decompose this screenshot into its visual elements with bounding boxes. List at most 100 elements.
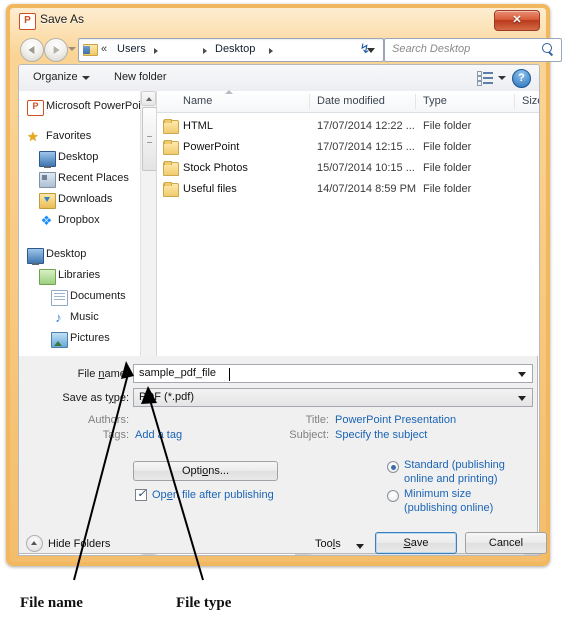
new-folder-button[interactable]: New folder bbox=[114, 71, 167, 83]
table-row[interactable]: Useful files 14/07/2014 8:59 PM File folde… bbox=[157, 180, 539, 199]
save-options-area: File name: sample_pdf_file Save as type:… bbox=[18, 356, 538, 554]
table-row[interactable]: PowerPoint 17/07/2014 12:15 ... File folde… bbox=[157, 138, 539, 157]
chevron-down-icon[interactable] bbox=[518, 372, 526, 377]
address-bar[interactable]: « Users Desktop bbox=[78, 38, 384, 62]
type-cell: File folder bbox=[423, 183, 472, 195]
nav-item-documents[interactable]: Documents bbox=[19, 287, 140, 308]
column-header-size[interactable]: Size bbox=[522, 95, 539, 107]
scrollbar-thumb[interactable] bbox=[142, 107, 156, 171]
open-after-publishing-label[interactable]: Open file after publishing bbox=[152, 489, 274, 501]
nav-item-label: Music bbox=[70, 311, 99, 323]
options-label: Options... bbox=[181, 465, 230, 477]
table-row[interactable]: Stock Photos 15/07/2014 10:15 ... File fol… bbox=[157, 159, 539, 178]
subject-value[interactable]: Specify the subject bbox=[335, 429, 427, 441]
type-cell: File folder bbox=[423, 141, 472, 153]
nav-item-pictures[interactable]: Pictures bbox=[19, 329, 140, 350]
save-as-type-label: Save as type: bbox=[62, 392, 129, 404]
nav-item-label: Documents bbox=[70, 290, 126, 302]
options-button[interactable]: Options... bbox=[133, 461, 278, 481]
view-options-icon[interactable] bbox=[477, 71, 493, 86]
monitor-icon bbox=[27, 248, 44, 265]
open-after-publishing-checkbox[interactable] bbox=[135, 487, 147, 501]
tools-button[interactable]: Tools bbox=[315, 538, 341, 550]
recent-icon bbox=[39, 172, 56, 188]
subject-label: Subject: bbox=[289, 429, 329, 441]
nav-item-label: Libraries bbox=[58, 269, 101, 281]
save-as-type-select[interactable]: PDF (*.pdf) bbox=[133, 388, 533, 407]
save-as-dialog: P Save As ✕ « Users Desktop ↯ Search Des… bbox=[6, 4, 562, 566]
optimize-standard-label-line2[interactable]: online and printing) bbox=[404, 473, 498, 485]
cancel-button[interactable]: Cancel bbox=[465, 532, 547, 554]
save-label: Save bbox=[403, 537, 429, 549]
nav-item-label: Microsoft PowerPoint bbox=[46, 100, 150, 112]
title-value[interactable]: PowerPoint Presentation bbox=[335, 414, 456, 426]
optimize-standard-label-line1[interactable]: Standard (publishing bbox=[404, 459, 505, 471]
libraries-icon bbox=[39, 269, 56, 285]
powerpoint-icon: P bbox=[27, 100, 44, 116]
nav-item-label: Downloads bbox=[58, 193, 113, 205]
folder-icon bbox=[163, 182, 179, 197]
search-input[interactable]: Search Desktop bbox=[384, 38, 562, 62]
organize-button[interactable]: Organize bbox=[33, 71, 90, 83]
nav-item-microsoft-powerpoint[interactable]: P Microsoft PowerPoint bbox=[19, 97, 150, 118]
back-arrow-icon bbox=[28, 46, 35, 54]
column-header-date-modified[interactable]: Date modified bbox=[317, 95, 385, 107]
powerpoint-icon: P bbox=[19, 13, 36, 30]
hide-folders-button[interactable]: Hide Folders bbox=[48, 538, 110, 550]
close-button[interactable]: ✕ bbox=[494, 10, 540, 31]
table-row[interactable]: HTML 17/07/2014 12:22 ... File folder bbox=[157, 117, 539, 136]
file-name-cell: PowerPoint bbox=[183, 141, 240, 153]
tags-value[interactable]: Add a tag bbox=[135, 429, 182, 441]
chevron-right-icon[interactable] bbox=[154, 48, 158, 54]
dialog-title: Save As bbox=[40, 12, 85, 26]
save-button[interactable]: Save bbox=[375, 532, 457, 554]
annotation-label-file-name: File name bbox=[20, 595, 83, 611]
tools-chevron-down-icon[interactable] bbox=[356, 544, 364, 549]
view-options-chevron-icon[interactable] bbox=[498, 76, 506, 80]
optimize-standard-radio[interactable] bbox=[387, 461, 399, 473]
forward-arrow-icon bbox=[53, 46, 60, 54]
breadcrumb-users[interactable]: Users bbox=[117, 43, 146, 55]
file-name-label: File name: bbox=[77, 368, 129, 380]
help-icon[interactable]: ? bbox=[512, 69, 531, 88]
optimize-minimum-label-line2[interactable]: (publishing online) bbox=[404, 502, 493, 514]
back-button[interactable] bbox=[20, 38, 44, 62]
recent-locations-icon[interactable] bbox=[68, 47, 76, 51]
file-name-cell: Useful files bbox=[183, 183, 237, 195]
title-label: Title: bbox=[305, 414, 329, 426]
column-header-name[interactable]: Name bbox=[183, 95, 212, 107]
tools-label: Tools bbox=[315, 538, 341, 550]
chevron-down-icon[interactable] bbox=[518, 396, 526, 401]
breadcrumb-desktop[interactable]: Desktop bbox=[215, 43, 255, 55]
nav-item-recent-places[interactable]: Recent Places bbox=[19, 169, 140, 190]
chevron-right-icon[interactable] bbox=[269, 48, 273, 54]
hide-folders-toggle-icon[interactable] bbox=[26, 535, 43, 552]
forward-button[interactable] bbox=[44, 38, 68, 62]
optimize-minimum-radio[interactable] bbox=[387, 490, 399, 502]
chevron-right-icon[interactable] bbox=[203, 48, 207, 54]
nav-item-dropbox[interactable]: ❖ Dropbox bbox=[19, 211, 140, 232]
column-header-type[interactable]: Type bbox=[423, 95, 447, 107]
optimize-minimum-label-line1[interactable]: Minimum size bbox=[404, 488, 471, 500]
date-modified-cell: 17/07/2014 12:22 ... bbox=[317, 120, 415, 132]
search-icon bbox=[541, 42, 555, 57]
folder-icon bbox=[163, 161, 179, 176]
music-icon: ♪ bbox=[55, 310, 62, 325]
nav-item-desktop[interactable]: Desktop bbox=[19, 245, 140, 266]
date-modified-cell: 15/07/2014 10:15 ... bbox=[317, 162, 415, 174]
date-modified-cell: 17/07/2014 12:15 ... bbox=[317, 141, 415, 153]
file-name-cell: Stock Photos bbox=[183, 162, 248, 174]
folder-icon bbox=[83, 42, 98, 56]
nav-item-label: Pictures bbox=[70, 332, 110, 344]
nav-item-libraries[interactable]: Libraries bbox=[19, 266, 140, 287]
nav-item-favorites[interactable]: ★ Favorites bbox=[19, 127, 140, 148]
pictures-icon bbox=[51, 332, 68, 348]
nav-item-desktop[interactable]: Desktop bbox=[19, 148, 140, 169]
title-bar: P Save As ✕ bbox=[10, 8, 546, 34]
file-name-input[interactable]: sample_pdf_file bbox=[133, 364, 533, 383]
nav-item-downloads[interactable]: Downloads bbox=[19, 190, 140, 211]
scroll-up-button[interactable] bbox=[141, 91, 156, 106]
refresh-icon[interactable]: ↯ bbox=[354, 39, 376, 59]
annotation-label-file-type: File type bbox=[176, 595, 232, 611]
nav-item-music[interactable]: ♪ Music bbox=[19, 308, 140, 329]
